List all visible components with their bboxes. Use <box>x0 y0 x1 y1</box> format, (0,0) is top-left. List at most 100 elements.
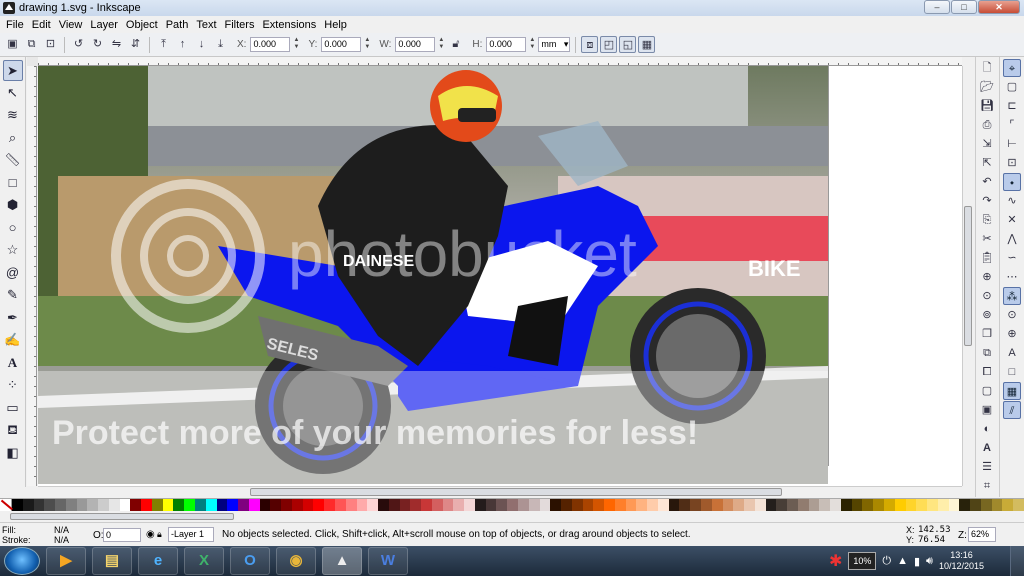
scale-stroke-icon[interactable]: ⧈ <box>581 36 599 53</box>
color-swatch[interactable] <box>668 499 680 511</box>
rotate-cw-icon[interactable]: ↻ <box>89 36 106 53</box>
snap-text-baseline-icon[interactable]: A <box>1003 344 1021 362</box>
fill-value[interactable]: N/A <box>54 525 69 535</box>
color-swatch[interactable] <box>388 499 400 511</box>
unlink-clone-icon[interactable]: ⧠ <box>978 363 996 381</box>
color-swatch[interactable] <box>539 499 551 511</box>
color-swatch[interactable] <box>894 499 906 511</box>
y-input[interactable]: 0.000 <box>321 37 362 52</box>
xml-editor-icon[interactable]: ⌗ <box>978 477 996 495</box>
color-swatch[interactable] <box>690 499 701 511</box>
copy-icon[interactable]: ⎘ <box>978 211 996 229</box>
color-swatch[interactable] <box>959 499 971 511</box>
color-swatch[interactable] <box>862 499 874 511</box>
color-swatch[interactable] <box>528 499 540 511</box>
menu-object[interactable]: Object <box>122 19 162 31</box>
print-icon[interactable]: ⎙ <box>978 116 996 134</box>
color-swatch[interactable] <box>378 499 389 511</box>
color-swatch[interactable] <box>313 499 325 511</box>
paste-icon[interactable]: 📋︎ <box>978 249 996 267</box>
export-icon[interactable]: ⇱ <box>978 154 996 172</box>
color-swatch[interactable] <box>722 499 734 511</box>
color-swatch[interactable] <box>291 499 303 511</box>
color-swatch[interactable] <box>1013 499 1024 511</box>
menu-edit[interactable]: Edit <box>28 19 55 31</box>
color-swatch[interactable] <box>550 499 562 511</box>
text-tool-icon[interactable]: A <box>3 353 23 374</box>
maximize-button[interactable]: □ <box>951 0 977 14</box>
vertical-ruler[interactable] <box>27 66 37 486</box>
color-swatch[interactable] <box>302 499 314 511</box>
menu-layer[interactable]: Layer <box>86 19 122 31</box>
menu-help[interactable]: Help <box>320 19 351 31</box>
color-swatch[interactable] <box>884 499 895 511</box>
color-swatch[interactable] <box>916 499 928 511</box>
w-input[interactable]: 0.000 <box>395 37 436 52</box>
color-swatch[interactable] <box>701 499 712 511</box>
color-swatch[interactable] <box>765 499 777 511</box>
horizontal-ruler[interactable] <box>38 57 962 66</box>
lock-ratio-icon[interactable]: 🔓︎ <box>447 36 464 53</box>
tweak-tool-icon[interactable]: ≋ <box>3 105 23 126</box>
rotate-ccw-icon[interactable]: ↺ <box>70 36 87 53</box>
ellipse-tool-icon[interactable]: ○ <box>3 218 23 239</box>
zoom-tool-icon[interactable]: ⌕ <box>3 128 23 149</box>
unit-select[interactable]: mm ▾ <box>538 37 571 52</box>
color-swatch[interactable] <box>87 499 99 511</box>
zoom-page-icon[interactable]: ⊚ <box>978 306 996 324</box>
color-swatch[interactable] <box>517 499 529 511</box>
clone-icon[interactable]: ⧉ <box>978 344 996 362</box>
color-swatch[interactable] <box>711 499 723 511</box>
import-icon[interactable]: ⇲ <box>978 135 996 153</box>
x-input[interactable]: 0.000 <box>250 37 291 52</box>
raise-to-top-icon[interactable]: ⤒ <box>155 36 172 53</box>
color-swatch[interactable] <box>98 499 109 511</box>
h-spinner-icon[interactable]: ▲ ▼ <box>528 37 536 52</box>
snap-object-center-icon[interactable]: ⊙ <box>1003 306 1021 324</box>
color-swatch[interactable] <box>507 499 518 511</box>
zoom-input[interactable]: 62% <box>968 527 996 542</box>
color-swatch[interactable] <box>130 499 142 511</box>
color-swatch[interactable] <box>55 499 66 511</box>
snap-bbox-edge-icon[interactable]: ⊏ <box>1003 97 1021 115</box>
color-swatch[interactable] <box>270 499 282 511</box>
snap-cusp-nodes-icon[interactable]: ⋀ <box>1003 230 1021 248</box>
snap-midpoints-icon[interactable]: ⋯ <box>1003 268 1021 286</box>
color-swatch[interactable] <box>927 499 938 511</box>
color-swatch[interactable] <box>474 499 486 511</box>
color-swatch[interactable] <box>76 499 88 511</box>
network-icon[interactable]: ▮ <box>914 555 920 568</box>
star-tool-icon[interactable]: ☆ <box>3 240 23 261</box>
color-swatch[interactable] <box>227 499 239 511</box>
file-explorer-icon[interactable]: ▤ <box>92 547 132 575</box>
color-swatch[interactable] <box>873 499 885 511</box>
color-swatch[interactable] <box>561 499 572 511</box>
flip-vertical-icon[interactable]: ⇵ <box>127 36 144 53</box>
color-swatch[interactable] <box>744 499 755 511</box>
menu-extensions[interactable]: Extensions <box>258 19 320 31</box>
save-icon[interactable]: 💾︎ <box>978 97 996 115</box>
snap-rotation-center-icon[interactable]: ⊕ <box>1003 325 1021 343</box>
color-swatch[interactable] <box>141 499 152 511</box>
gradient-tool-icon[interactable]: ◧ <box>3 443 23 464</box>
vertical-scrollbar[interactable] <box>962 66 973 486</box>
color-swatch[interactable] <box>905 499 917 511</box>
snap-enable-icon[interactable]: ⌖ <box>1003 59 1021 77</box>
canvas[interactable]: DAINESE SELES BIKE photobucket Protect m… <box>38 66 962 486</box>
snap-bbox-center-icon[interactable]: ⊡ <box>1003 154 1021 172</box>
color-swatch[interactable] <box>496 499 508 511</box>
color-swatch[interactable] <box>830 499 841 511</box>
select-all-icon[interactable]: ▣ <box>4 36 21 53</box>
color-swatch[interactable] <box>970 499 981 511</box>
battery-indicator[interactable]: 10% <box>848 552 877 570</box>
color-swatch[interactable] <box>819 499 831 511</box>
color-swatch[interactable] <box>1002 499 1014 511</box>
color-swatch[interactable] <box>238 499 249 511</box>
color-swatch[interactable] <box>205 499 217 511</box>
lock-icon[interactable]: 🔒︎ <box>157 529 162 540</box>
pen-tool-icon[interactable]: ✒ <box>3 308 23 329</box>
snap-bbox-corner-icon[interactable]: ⌜ <box>1003 116 1021 134</box>
horizontal-scroll-thumb[interactable] <box>250 488 782 496</box>
color-swatch[interactable] <box>216 499 228 511</box>
color-swatch[interactable] <box>797 499 809 511</box>
